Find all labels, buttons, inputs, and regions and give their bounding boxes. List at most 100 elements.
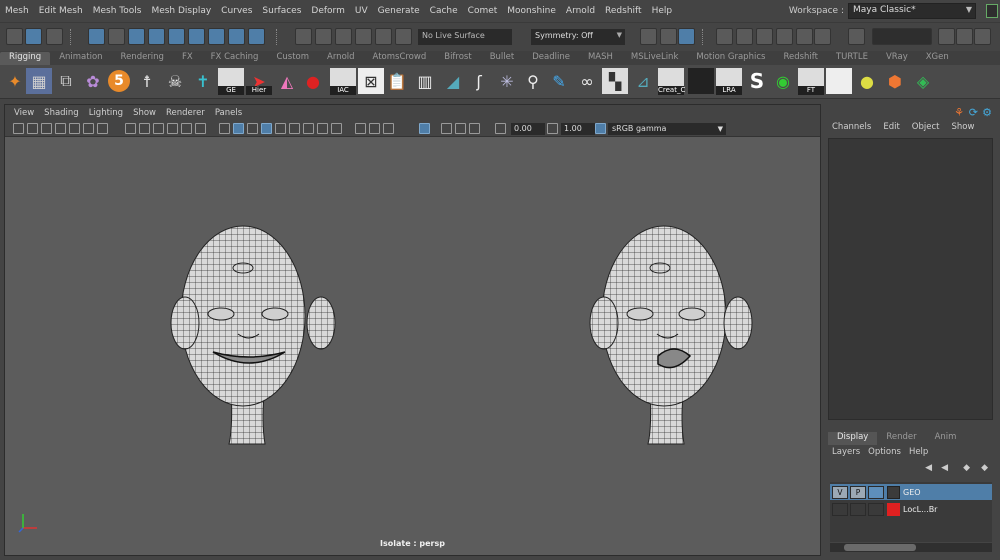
- color-wheel-icon[interactable]: ◭: [274, 68, 300, 94]
- menu-curves[interactable]: Curves: [216, 6, 257, 16]
- bookmark-icon[interactable]: [41, 123, 52, 134]
- shelf-tab-mash[interactable]: MASH: [579, 52, 622, 65]
- ipr-render-icon[interactable]: [756, 28, 773, 45]
- snap-grid-icon[interactable]: [295, 28, 312, 45]
- menu-mesh-tools[interactable]: Mesh Tools: [88, 6, 147, 16]
- shelf-tab-turtle[interactable]: TURTLE: [827, 52, 877, 65]
- snap-curve-icon[interactable]: [315, 28, 332, 45]
- shelf-tab-custom[interactable]: Custom: [267, 52, 318, 65]
- curve-icon[interactable]: ʃ: [466, 68, 492, 94]
- menu-uv[interactable]: UV: [350, 6, 373, 16]
- menu-moonshine[interactable]: Moonshine: [502, 6, 561, 16]
- panel-menu-shading[interactable]: Shading: [39, 108, 84, 118]
- snap-point-icon[interactable]: [335, 28, 352, 45]
- scrollbar-thumb[interactable]: [844, 544, 916, 551]
- backface-icon[interactable]: [441, 123, 452, 134]
- menu-cache[interactable]: Cache: [425, 6, 463, 16]
- grease-pencil-icon[interactable]: [83, 123, 94, 134]
- modeling-toolkit-icon[interactable]: [938, 28, 955, 45]
- s-icon[interactable]: S: [744, 68, 770, 94]
- head-mesh-smiling[interactable]: [170, 225, 336, 445]
- sign-in-field[interactable]: [872, 28, 932, 45]
- channel-box-menu-channels[interactable]: Channels: [826, 122, 877, 136]
- menu-edit-mesh[interactable]: Edit Mesh: [34, 6, 88, 16]
- overlay-icon[interactable]: [469, 123, 480, 134]
- resolution-gate-icon[interactable]: [139, 123, 150, 134]
- menu-deform[interactable]: Deform: [306, 6, 349, 16]
- panel-menu-view[interactable]: View: [9, 108, 39, 118]
- wireframe-icon[interactable]: [219, 123, 230, 134]
- layer-name[interactable]: LocL...Br: [903, 505, 937, 514]
- color-management-icon[interactable]: [595, 123, 606, 134]
- gamma-icon[interactable]: [547, 123, 558, 134]
- panel-menu-renderer[interactable]: Renderer: [161, 108, 210, 118]
- shelf-tab-vray[interactable]: VRay: [877, 52, 917, 65]
- depth-of-field-icon[interactable]: [355, 123, 366, 134]
- symmetry-dropdown[interactable]: Symmetry: Off: [531, 29, 625, 45]
- attribute-editor-icon[interactable]: [956, 28, 973, 45]
- color-space-dropdown[interactable]: sRGB gamma: [608, 123, 726, 135]
- render-frame-icon[interactable]: [736, 28, 753, 45]
- shelf-tab-atomscrowd[interactable]: AtomsCrowd: [364, 52, 436, 65]
- tool-settings-icon[interactable]: [974, 28, 991, 45]
- camera-attributes-icon[interactable]: [27, 123, 38, 134]
- textured-icon[interactable]: [261, 123, 272, 134]
- layer-menu-layers[interactable]: Layers: [828, 447, 864, 461]
- select-by-handle-icon[interactable]: [88, 28, 105, 45]
- white-cube-icon[interactable]: [826, 68, 852, 94]
- snap-live-icon[interactable]: [395, 28, 412, 45]
- gate-mask-icon[interactable]: [153, 123, 164, 134]
- select-tool-icon[interactable]: [108, 28, 125, 45]
- construction-history-icon[interactable]: [678, 28, 695, 45]
- bone-icon[interactable]: ⚲: [520, 68, 546, 94]
- screen-space-ao-icon[interactable]: [303, 123, 314, 134]
- refresh-icon[interactable]: ⟳: [969, 106, 978, 119]
- panel-menu-lighting[interactable]: Lighting: [84, 108, 128, 118]
- pick-surface-icon[interactable]: [248, 28, 265, 45]
- attribute-icon[interactable]: ⚙: [982, 106, 992, 119]
- menu-generate[interactable]: Generate: [373, 6, 425, 16]
- skull-icon[interactable]: ☠: [162, 68, 188, 94]
- anti-aliasing-icon[interactable]: [331, 123, 342, 134]
- bucket-icon[interactable]: ▥: [412, 68, 438, 94]
- move-layer-down-icon[interactable]: ◀: [941, 463, 948, 473]
- shelf-tab-rendering[interactable]: Rendering: [112, 52, 173, 65]
- tab-anim[interactable]: Anim: [926, 432, 966, 445]
- pick-misc-icon[interactable]: [208, 28, 225, 45]
- pick-curve-icon[interactable]: [228, 28, 245, 45]
- menu-mesh-display[interactable]: Mesh Display: [146, 6, 216, 16]
- layer-color-swatch[interactable]: [887, 485, 900, 499]
- new-layer-icon[interactable]: ◆: [963, 463, 970, 473]
- exposure-icon[interactable]: [495, 123, 506, 134]
- camera-select-icon[interactable]: [13, 123, 24, 134]
- tab-display[interactable]: Display: [828, 432, 878, 445]
- layer-playback-toggle[interactable]: [850, 502, 866, 516]
- render-view-icon[interactable]: [716, 28, 733, 45]
- wireframe-on-shaded-icon[interactable]: [247, 123, 258, 134]
- scene-view[interactable]: [5, 138, 820, 555]
- channel-box-menu-show[interactable]: Show: [945, 122, 980, 136]
- grid-icon[interactable]: [97, 123, 108, 134]
- component-mode-icon[interactable]: [25, 28, 42, 45]
- yellow-ball-icon[interactable]: ●: [854, 68, 880, 94]
- green-blocks-icon[interactable]: ◈: [910, 68, 936, 94]
- xray-icon[interactable]: [383, 123, 394, 134]
- two-d-pan-icon[interactable]: [69, 123, 80, 134]
- snap-surface-icon[interactable]: [375, 28, 392, 45]
- checker-icon[interactable]: ▚: [602, 68, 628, 94]
- layer-menu-options[interactable]: Options: [864, 447, 905, 461]
- pick-vertex-icon[interactable]: [128, 28, 145, 45]
- layer-visibility-toggle[interactable]: [832, 502, 848, 516]
- film-gate-icon[interactable]: [125, 123, 136, 134]
- motion-blur-icon[interactable]: [317, 123, 328, 134]
- shelf-tab-bullet[interactable]: Bullet: [481, 52, 524, 65]
- input-ops-icon[interactable]: [640, 28, 657, 45]
- menu-comet[interactable]: Comet: [463, 6, 503, 16]
- angle-icon[interactable]: ⊿: [630, 68, 656, 94]
- snap-view-icon[interactable]: [355, 28, 372, 45]
- shelf-tab-arnold[interactable]: Arnold: [318, 52, 364, 65]
- joint-tool-icon[interactable]: ✦: [2, 68, 28, 94]
- shelf-tab-mslivelink[interactable]: MSLiveLink: [622, 52, 688, 65]
- smooth-shade-icon[interactable]: [233, 123, 244, 134]
- safe-title-icon[interactable]: [195, 123, 206, 134]
